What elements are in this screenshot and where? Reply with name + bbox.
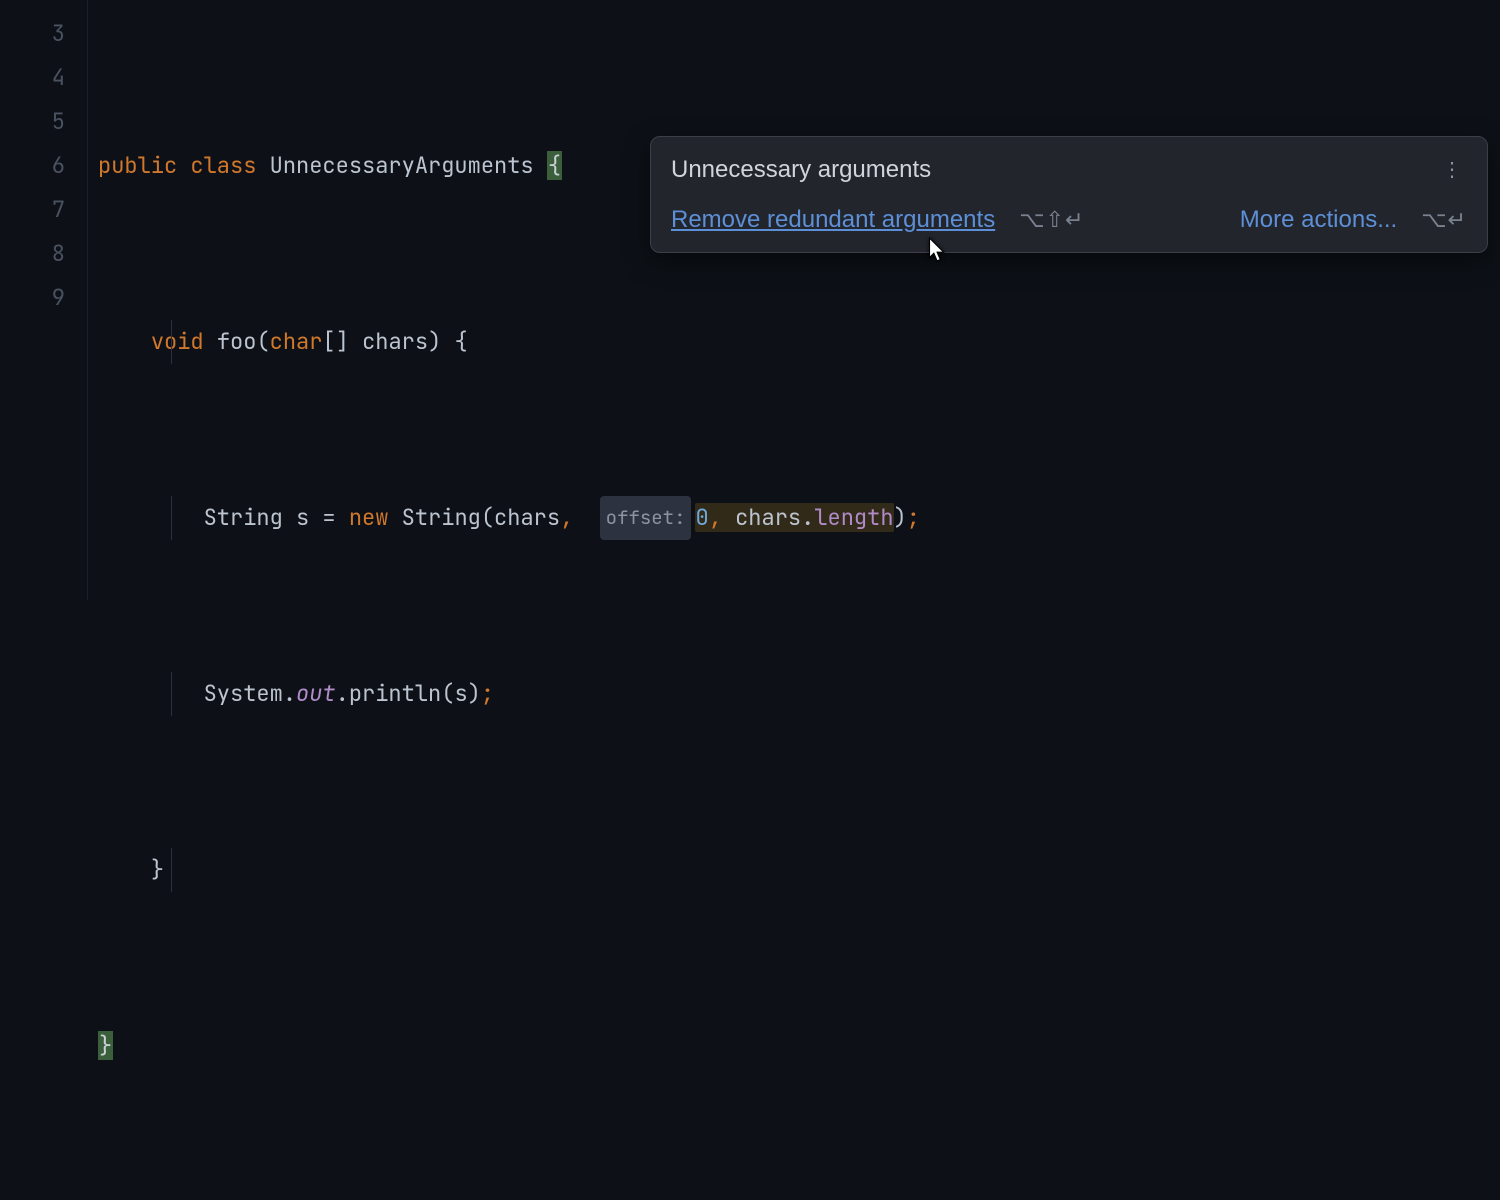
inspection-popup: Unnecessary arguments ⋮ Remove redundant… <box>650 136 1488 253</box>
code-line[interactable]: } <box>98 1024 1500 1068</box>
shortcut-label: ⌥⇧↵ <box>1019 207 1084 233</box>
line-number: 9 <box>0 276 65 320</box>
quick-fix-link[interactable]: Remove redundant arguments <box>671 206 995 234</box>
line-number: 8 <box>0 232 65 276</box>
code-editor[interactable]: 3 4 5 6 7 8 9 public class UnnecessaryAr… <box>0 0 1500 600</box>
code-line[interactable]: String s = new String(chars, offset:0, c… <box>98 496 1500 540</box>
inspection-highlight: 0, chars.length <box>695 503 893 532</box>
indent-guide <box>171 320 172 364</box>
code-line[interactable]: void foo(char[] chars) { <box>98 320 1500 364</box>
shortcut-label: ⌥↵ <box>1421 207 1467 233</box>
line-number: 5 <box>0 100 65 144</box>
indent-guide <box>171 848 172 892</box>
matched-brace: { <box>547 151 562 180</box>
line-number: 7 <box>0 188 65 232</box>
caret-brace: } <box>98 1031 113 1060</box>
code-line[interactable]: System.out.println(s); <box>98 672 1500 716</box>
code-line[interactable]: } <box>98 848 1500 892</box>
line-number: 6 <box>0 144 65 188</box>
line-number: 3 <box>0 12 65 56</box>
code-area[interactable]: public class UnnecessaryArguments { void… <box>88 0 1500 600</box>
kebab-menu-icon[interactable]: ⋮ <box>1436 153 1467 186</box>
more-actions-link[interactable]: More actions... <box>1240 206 1397 234</box>
line-number: 4 <box>0 56 65 100</box>
inspection-title: Unnecessary arguments <box>671 156 931 184</box>
line-number-gutter: 3 4 5 6 7 8 9 <box>0 0 88 600</box>
inlay-hint: offset: <box>600 496 692 540</box>
indent-guide <box>171 496 172 540</box>
indent-guide <box>171 672 172 716</box>
